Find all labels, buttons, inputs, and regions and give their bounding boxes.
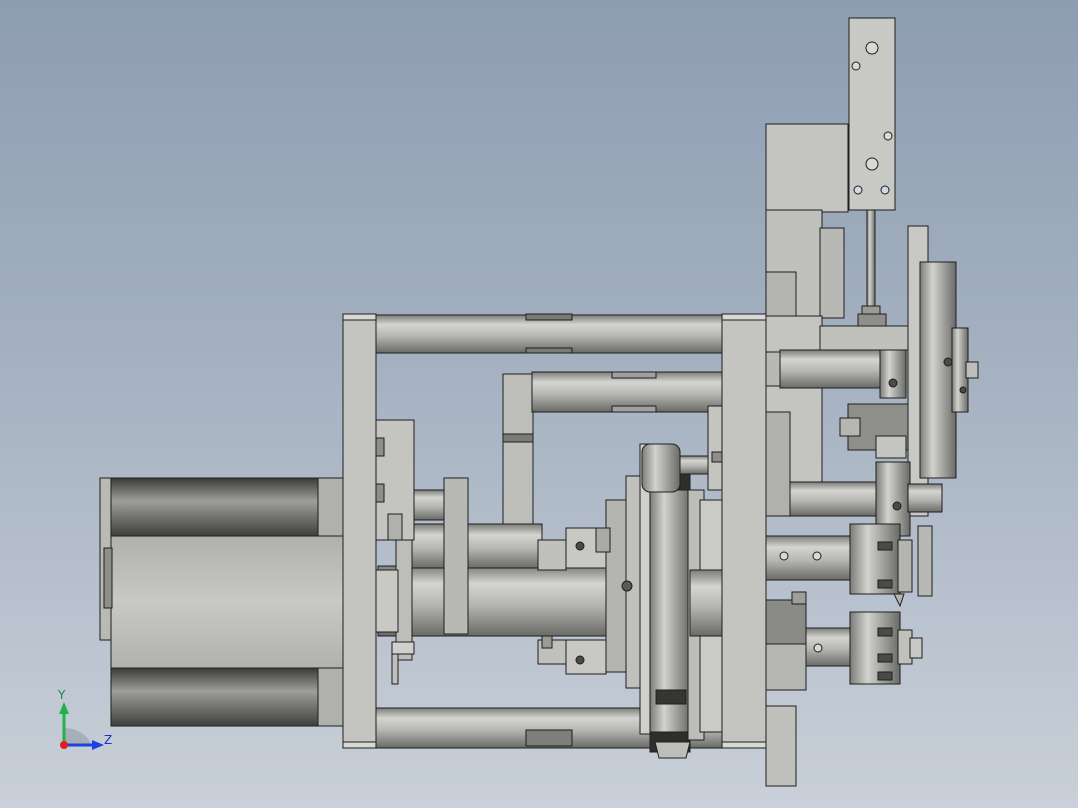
right-frame-plate[interactable]	[721, 313, 767, 749]
triad-plane	[64, 727, 92, 745]
cutter-head-lower[interactable]	[805, 611, 923, 685]
gripper-block[interactable]	[839, 403, 909, 459]
y-axis-label: Y	[57, 688, 66, 702]
orientation-triad: Y Z	[57, 688, 112, 750]
cad-viewport[interactable]: Y Z	[0, 0, 1078, 808]
vertical-column[interactable]	[765, 123, 849, 323]
x-axis-dot	[60, 741, 68, 749]
z-axis-arrowhead	[92, 740, 104, 750]
y-axis-arrowhead	[59, 702, 69, 714]
left-frame-plate[interactable]	[342, 313, 377, 749]
sensor-bracket[interactable]	[848, 17, 896, 211]
cad-model-view[interactable]: Y Z	[0, 0, 1078, 808]
clamp-block[interactable]	[375, 419, 415, 541]
cam-lever-lower[interactable]	[537, 635, 607, 675]
cam-lever-upper[interactable]	[537, 527, 611, 571]
servo-motor[interactable]	[99, 477, 344, 727]
turret-disk[interactable]	[907, 225, 979, 517]
z-axis-label: Z	[104, 733, 112, 747]
top-guide-rod[interactable]	[375, 313, 723, 354]
push-rod[interactable]	[857, 209, 887, 327]
